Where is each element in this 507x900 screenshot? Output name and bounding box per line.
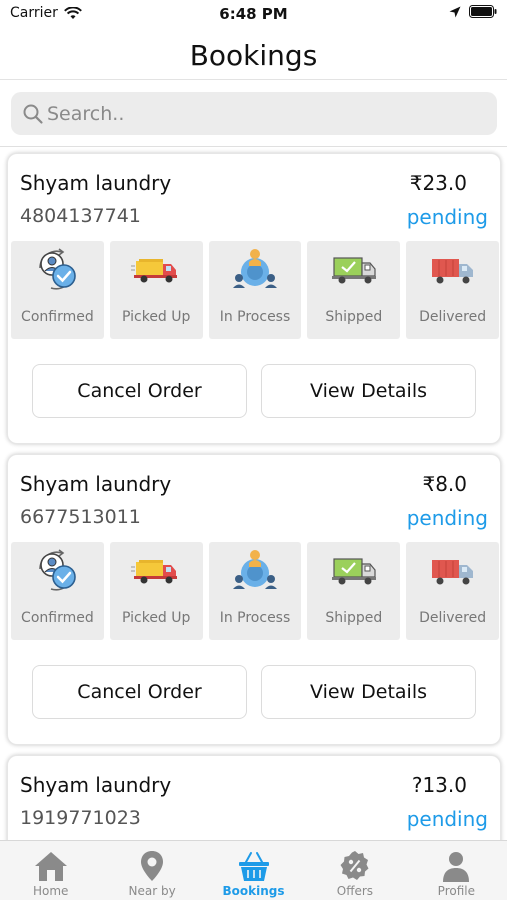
battery-icon bbox=[469, 5, 497, 18]
order-progress-steps: Confirmed Picked Up In Process Shipped D… bbox=[11, 542, 499, 640]
bottom-tab-bar: Home Near by Bookings Offers Profile bbox=[0, 840, 507, 900]
tab-label: Profile bbox=[437, 884, 475, 898]
delivery-truck-icon bbox=[428, 547, 478, 595]
shop-name: Shyam laundry bbox=[20, 773, 172, 797]
step-label: Confirmed bbox=[21, 309, 94, 325]
step-in-process: In Process bbox=[208, 241, 302, 339]
order-price: ₹8.0 bbox=[422, 472, 467, 496]
home-icon bbox=[34, 852, 67, 881]
view-details-button[interactable]: View Details bbox=[261, 364, 476, 418]
tab-label: Bookings bbox=[222, 884, 285, 898]
step-label: Shipped bbox=[325, 309, 383, 325]
booking-card: Shyam laundry 6677513011 ₹8.0 pending Co… bbox=[7, 454, 501, 745]
cancel-order-button[interactable]: Cancel Order bbox=[32, 364, 247, 418]
status-badge: pending bbox=[406, 506, 488, 530]
step-label: Delivered bbox=[419, 610, 487, 626]
shipped-truck-icon bbox=[329, 246, 379, 294]
step-label: Confirmed bbox=[21, 610, 94, 626]
cancel-order-button[interactable]: Cancel Order bbox=[32, 665, 247, 719]
step-delivered: Delivered bbox=[406, 241, 499, 339]
step-in-process: In Process bbox=[208, 542, 302, 640]
nav-header: Bookings bbox=[0, 28, 507, 80]
confirmed-icon bbox=[32, 547, 82, 595]
phone-number: 1919771023 bbox=[20, 807, 141, 829]
pickup-truck-icon bbox=[131, 246, 181, 294]
location-pin-icon bbox=[141, 851, 164, 881]
tab-home[interactable]: Home bbox=[0, 841, 101, 900]
status-badge: pending bbox=[406, 205, 488, 229]
step-shipped: Shipped bbox=[307, 542, 401, 640]
process-team-icon bbox=[230, 246, 280, 294]
tab-nearby[interactable]: Near by bbox=[101, 841, 202, 900]
step-delivered: Delivered bbox=[406, 542, 499, 640]
user-icon bbox=[443, 852, 470, 882]
page-title: Bookings bbox=[189, 39, 318, 72]
process-team-icon bbox=[230, 547, 280, 595]
step-label: Picked Up bbox=[121, 610, 191, 626]
search-icon bbox=[23, 104, 43, 124]
booking-card: Shyam laundry 4804137741 ₹23.0 pending C… bbox=[7, 153, 501, 444]
order-progress-steps: Confirmed Picked Up In Process Shipped D… bbox=[11, 241, 499, 339]
tab-bookings[interactable]: Bookings bbox=[203, 841, 304, 900]
status-bar: Carrier 6:48 PM bbox=[0, 0, 507, 28]
view-details-button[interactable]: View Details bbox=[261, 665, 476, 719]
step-label: Shipped bbox=[325, 610, 383, 626]
clock: 6:48 PM bbox=[219, 5, 288, 23]
status-icons bbox=[449, 5, 497, 18]
shipped-truck-icon bbox=[329, 547, 379, 595]
step-label: Picked Up bbox=[121, 309, 191, 325]
step-picked-up: Picked Up bbox=[109, 241, 203, 339]
shop-name: Shyam laundry bbox=[20, 472, 172, 496]
search-input[interactable] bbox=[47, 92, 487, 135]
step-label: Delivered bbox=[419, 309, 487, 325]
phone-number: 6677513011 bbox=[20, 506, 141, 528]
shop-name: Shyam laundry bbox=[20, 171, 172, 195]
search-bar[interactable] bbox=[11, 92, 497, 135]
step-label: In Process bbox=[219, 309, 291, 325]
pickup-truck-icon bbox=[131, 547, 181, 595]
step-shipped: Shipped bbox=[307, 241, 401, 339]
status-badge: pending bbox=[406, 807, 488, 831]
basket-icon bbox=[238, 852, 269, 881]
order-price: ?13.0 bbox=[411, 773, 467, 797]
offers-badge-icon bbox=[340, 851, 369, 880]
confirmed-icon bbox=[32, 246, 82, 294]
delivery-truck-icon bbox=[428, 246, 478, 294]
tab-label: Near by bbox=[128, 884, 176, 898]
phone-number: 4804137741 bbox=[20, 205, 141, 227]
tab-profile[interactable]: Profile bbox=[406, 841, 507, 900]
step-confirmed: Confirmed bbox=[11, 542, 104, 640]
step-label: In Process bbox=[219, 610, 291, 626]
step-confirmed: Confirmed bbox=[11, 241, 104, 339]
tab-label: Offers bbox=[336, 884, 374, 898]
order-price: ₹23.0 bbox=[409, 171, 467, 195]
step-picked-up: Picked Up bbox=[109, 542, 203, 640]
location-arrow-icon bbox=[449, 6, 461, 17]
tab-label: Home bbox=[32, 884, 69, 898]
tab-offers[interactable]: Offers bbox=[304, 841, 405, 900]
divider bbox=[0, 146, 507, 147]
